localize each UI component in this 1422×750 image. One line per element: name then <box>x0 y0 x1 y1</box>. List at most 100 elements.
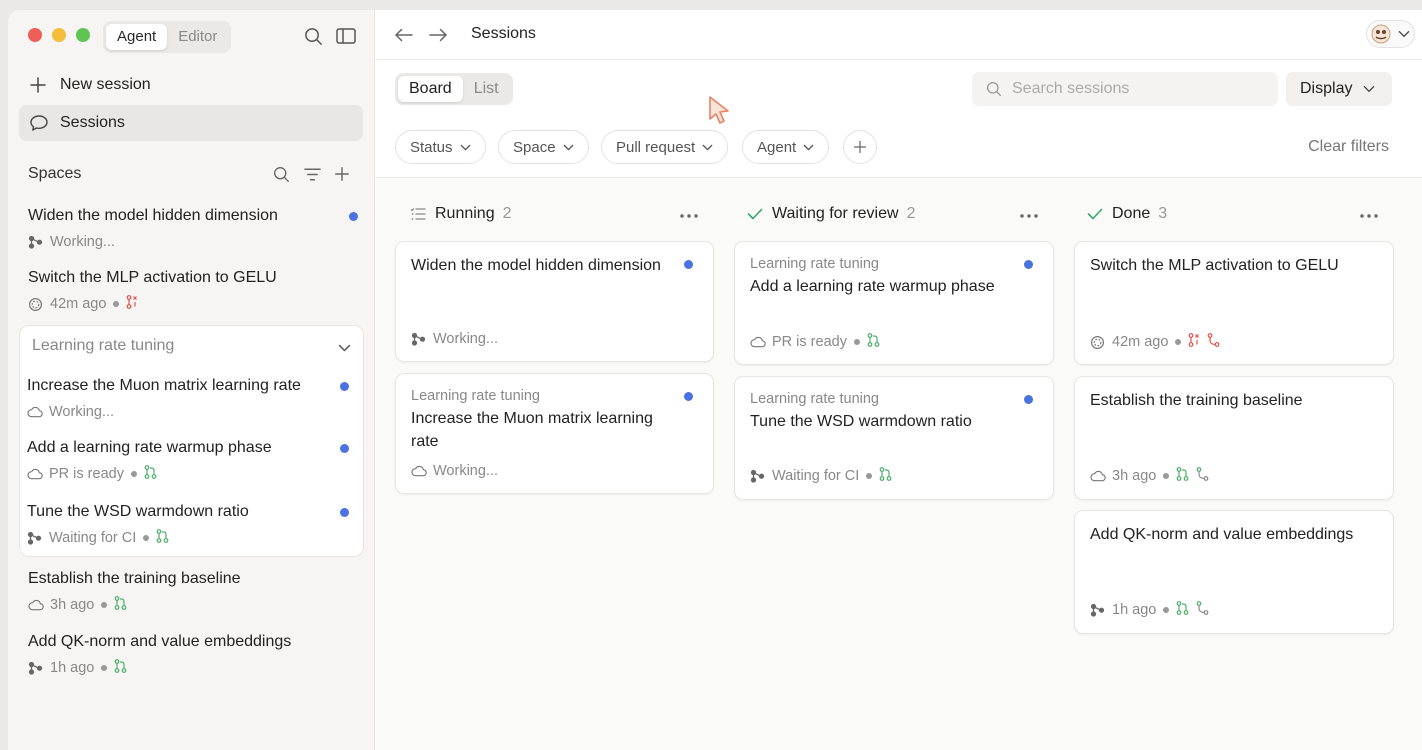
board-view-tab[interactable]: Board <box>398 76 463 102</box>
minimize-window-button[interactable] <box>52 28 66 42</box>
branch-icon <box>28 660 44 676</box>
mouse-cursor-icon <box>708 95 732 130</box>
plus-icon <box>29 76 51 94</box>
checkmark-icon <box>1087 208 1103 220</box>
branch-icon <box>750 469 766 483</box>
sidebar-item-sessions[interactable]: Sessions <box>19 105 363 141</box>
maximize-window-button[interactable] <box>76 28 90 42</box>
session-status: Waiting for CI <box>49 530 137 546</box>
avatar <box>1371 24 1391 44</box>
more-options-icon[interactable] <box>679 206 701 222</box>
agent-tab[interactable]: Agent <box>106 24 168 50</box>
card-status: 1h ago <box>1112 602 1157 618</box>
session-status: 1h ago <box>50 660 95 676</box>
filter-icon[interactable] <box>302 164 322 184</box>
session-card[interactable]: Establish the training baseline 3h ago <box>1074 376 1394 500</box>
more-options-icon[interactable] <box>1359 206 1381 222</box>
chevron-down-icon[interactable] <box>335 339 353 357</box>
cloud-icon <box>28 597 44 613</box>
plus-icon <box>853 140 867 154</box>
session-card[interactable]: Add QK-norm and value embeddings 1h ago <box>1074 510 1394 634</box>
view-toggle: Board List <box>395 73 513 105</box>
branch-icon <box>27 530 43 546</box>
filter-label: Space <box>513 138 556 156</box>
session-card[interactable]: Switch the MLP activation to GELU 42m ag… <box>1074 241 1394 365</box>
back-arrow-icon[interactable] <box>392 25 414 45</box>
list-item[interactable]: Add QK-norm and value embeddings 1h ago <box>28 633 358 677</box>
session-card[interactable]: Learning rate tuning Tune the WSD warmdo… <box>734 376 1054 500</box>
merge-icon <box>1196 467 1209 485</box>
card-space: Learning rate tuning <box>750 256 879 272</box>
list-item[interactable]: Tune the WSD warmdown ratio Waiting for … <box>27 503 349 547</box>
unread-dot <box>684 392 693 401</box>
spinner-icon <box>1090 335 1106 350</box>
more-options-icon[interactable] <box>1019 206 1041 222</box>
spaces-search-icon[interactable] <box>271 164 291 184</box>
chat-bubble-icon <box>29 114 51 132</box>
column-header-done: Done 3 <box>1087 204 1167 224</box>
unread-dot <box>684 260 693 269</box>
sidebar-toggle-icon[interactable] <box>335 25 357 47</box>
space-group-title[interactable]: Learning rate tuning <box>32 337 174 355</box>
session-card[interactable]: Widen the model hidden dimension Working… <box>395 241 714 362</box>
card-status: 3h ago <box>1112 468 1157 484</box>
column-title: Waiting for review <box>772 205 899 222</box>
list-item[interactable]: Establish the training baseline 3h ago <box>28 570 358 614</box>
add-filter-button[interactable] <box>843 130 877 164</box>
pr-closed-icon <box>1188 333 1200 351</box>
editor-tab[interactable]: Editor <box>167 24 228 50</box>
pull-request-filter[interactable]: Pull request <box>601 130 729 164</box>
session-title: Add a learning rate warmup phase <box>27 439 272 456</box>
list-item[interactable]: Add a learning rate warmup phase PR is r… <box>27 439 349 483</box>
card-status: Waiting for CI <box>772 468 860 484</box>
column-count: 2 <box>906 205 916 222</box>
space-filter[interactable]: Space <box>498 130 589 164</box>
status-filter[interactable]: Status <box>395 130 486 164</box>
clear-filters-button[interactable]: Clear filters <box>1308 138 1389 156</box>
session-card[interactable]: Learning rate tuning Add a learning rate… <box>734 241 1054 365</box>
pr-open-icon <box>144 465 157 483</box>
search-input[interactable]: Search sessions <box>972 72 1278 106</box>
search-icon[interactable] <box>302 25 324 47</box>
account-menu-button[interactable] <box>1366 20 1415 48</box>
unread-dot <box>340 382 349 391</box>
unread-dot <box>1024 395 1033 404</box>
new-session-button[interactable]: New session <box>19 67 363 103</box>
filter-label: Status <box>410 138 453 156</box>
column-title: Running <box>435 205 495 222</box>
card-title: Add a learning rate warmup phase <box>750 278 995 295</box>
cloud-icon <box>27 404 43 420</box>
page-title: Sessions <box>471 25 536 42</box>
session-title: Widen the model hidden dimension <box>28 207 278 224</box>
card-title: Tune the WSD warmdown ratio <box>750 413 972 430</box>
pr-open-icon <box>114 659 127 677</box>
forward-arrow-icon[interactable] <box>427 25 449 45</box>
cloud-icon <box>750 336 766 348</box>
session-card[interactable]: Learning rate tuning Increase the Muon m… <box>395 373 714 494</box>
chevron-down-icon <box>1364 86 1375 93</box>
session-status: 42m ago <box>50 296 107 312</box>
pr-open-icon <box>1176 601 1189 619</box>
cloud-icon <box>27 466 43 482</box>
session-status: Working... <box>50 234 116 250</box>
session-title: Increase the Muon matrix learning rate <box>27 377 301 394</box>
list-item[interactable]: Switch the MLP activation to GELU 42m ag… <box>28 269 358 313</box>
display-button[interactable]: Display <box>1286 72 1392 106</box>
close-window-button[interactable] <box>28 28 42 42</box>
main-panel: Sessions Board List Search sessions Disp… <box>375 10 1422 750</box>
agent-filter[interactable]: Agent <box>742 130 830 164</box>
chevron-down-icon <box>460 144 470 151</box>
search-placeholder: Search sessions <box>1012 80 1130 97</box>
unread-dot <box>349 212 358 221</box>
unread-dot <box>340 508 349 517</box>
column-count: 3 <box>1158 205 1168 222</box>
pr-closed-icon <box>126 295 138 313</box>
pr-open-icon <box>1176 467 1189 485</box>
list-item[interactable]: Widen the model hidden dimension Working… <box>28 207 358 251</box>
card-title: Widen the model hidden dimension <box>411 257 661 274</box>
chevron-down-icon <box>1398 30 1410 38</box>
list-view-tab[interactable]: List <box>463 76 510 102</box>
add-space-icon[interactable] <box>332 164 352 184</box>
chevron-down-icon <box>563 144 573 151</box>
list-item[interactable]: Increase the Muon matrix learning rate W… <box>27 377 349 421</box>
